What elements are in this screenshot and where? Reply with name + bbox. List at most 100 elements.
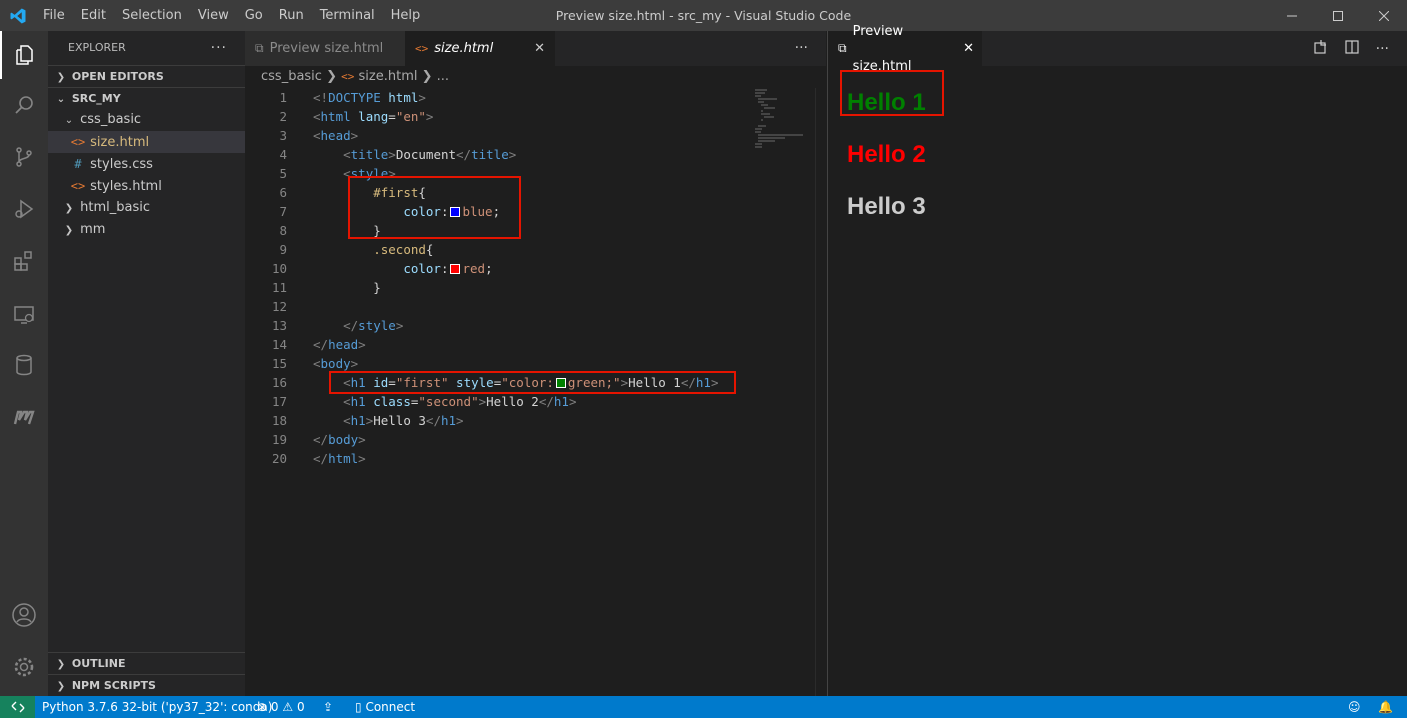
more-actions-icon[interactable]: ··· [211, 31, 227, 65]
line-number: 10 [271, 261, 287, 276]
code-line: 18 <h1>Hello 3</h1> [245, 411, 826, 430]
mongo-icon[interactable] [0, 393, 48, 441]
open-editors-section[interactable]: ❯ OPEN EDITORS [48, 65, 245, 87]
database-icon[interactable] [0, 341, 48, 389]
line-number: 19 [271, 432, 287, 447]
search-icon[interactable] [0, 81, 48, 129]
code-line: 8 } [245, 221, 826, 240]
explorer-icon[interactable] [0, 31, 48, 79]
code-line: 4 <title>Document</title> [245, 145, 826, 164]
source-control-icon[interactable] [0, 133, 48, 181]
close-tab-icon[interactable]: ✕ [534, 31, 545, 66]
tree-item-label: html_basic [80, 200, 151, 215]
error-icon: ⊗ [257, 700, 268, 714]
maximize-button[interactable] [1315, 0, 1361, 31]
menu-help[interactable]: Help [383, 0, 429, 31]
code-line: 20 </html> [245, 449, 826, 468]
preview-tabs: ⧉ Preview size.html ✕ ··· [828, 24, 1407, 74]
chevron-right-icon: ❯ [56, 72, 66, 83]
line-number: 15 [271, 356, 287, 371]
close-tab-icon[interactable]: ✕ [963, 31, 974, 66]
code-editor[interactable]: 1 <!DOCTYPE html> 2 <html lang="en"> 3 <hea… [245, 88, 826, 468]
code-line: 6 #first{ [245, 183, 826, 202]
tree-item-label: styles.css [90, 157, 153, 172]
outline-label: OUTLINE [71, 657, 126, 670]
preview-icon: ⧉ [255, 41, 264, 55]
line-number: 9 [279, 242, 287, 257]
split-editor-icon[interactable] [1344, 39, 1360, 59]
line-number: 17 [271, 394, 287, 409]
menu-terminal[interactable]: Terminal [312, 0, 383, 31]
connect-label: Connect [365, 700, 416, 714]
tree-item-size-html[interactable]: <> size.html [48, 131, 245, 153]
tab-preview-size-html[interactable]: ⧉ Preview size.html [245, 31, 405, 66]
close-window-button[interactable] [1361, 0, 1407, 31]
tree-item-css-basic[interactable]: ⌄ css_basic [48, 109, 245, 131]
tab-size-html[interactable]: <> size.html ✕ [405, 31, 555, 66]
extensions-icon[interactable] [0, 237, 48, 285]
preview-heading-2: Hello 2 [847, 141, 926, 168]
html-file-icon: <> [70, 135, 86, 149]
database-icon: ▯ [355, 700, 362, 714]
breadcrumb-more[interactable]: ... [437, 69, 449, 84]
account-icon[interactable] [0, 591, 48, 639]
outline-section[interactable]: ❯ OUTLINE [48, 652, 245, 674]
open-source-icon[interactable] [1312, 39, 1328, 59]
code-line: 13 </style> [245, 316, 826, 335]
menu-run[interactable]: Run [271, 0, 312, 31]
chevron-down-icon: ⌄ [56, 94, 66, 105]
code-line: 1 <!DOCTYPE html> [245, 88, 826, 107]
tree-item-styles-html[interactable]: <> styles.html [48, 175, 245, 197]
remote-explorer-icon[interactable] [0, 291, 48, 339]
tab-preview[interactable]: ⧉ Preview size.html ✕ [828, 24, 982, 74]
line-number: 14 [271, 337, 287, 352]
warning-icon: ⚠ [282, 700, 294, 714]
editor-tabs: ⧉ Preview size.html <> size.html ✕ ··· [245, 31, 826, 66]
code-line: 2 <html lang="en"> [245, 107, 826, 126]
remote-indicator[interactable] [0, 696, 35, 718]
code-line: 3 <head> [245, 126, 826, 145]
tree-item-styles-css[interactable]: # styles.css [48, 153, 245, 175]
css-file-icon: # [74, 157, 82, 171]
run-debug-icon[interactable] [0, 185, 48, 233]
editor-group: ⧉ Preview size.html <> size.html ✕ ··· css_… [245, 31, 826, 696]
problems-indicator[interactable]: ⊗ 0 ⚠ 0 [257, 696, 305, 718]
code-line: 5 <style> [245, 164, 826, 183]
python-interpreter[interactable]: Python 3.7.6 32-bit ('py37_32': conda) [42, 696, 272, 718]
npm-scripts-section[interactable]: ❯ NPM SCRIPTS [48, 674, 245, 696]
tree-item-mm[interactable]: ❯ mm [48, 219, 245, 241]
code-line: 9 .second{ [245, 240, 826, 259]
breadcrumb-file[interactable]: size.html [359, 69, 418, 84]
more-actions-icon[interactable]: ··· [1376, 41, 1389, 57]
settings-gear-icon[interactable] [0, 643, 48, 691]
feedback-icon[interactable]: ☺ [1348, 696, 1361, 718]
more-actions-icon[interactable]: ··· [795, 31, 808, 66]
menu-selection[interactable]: Selection [114, 0, 190, 31]
code-line: 10 color: red; [245, 259, 826, 278]
status-bar: Python 3.7.6 32-bit ('py37_32': conda) ⊗… [0, 696, 1407, 718]
code-line: 7 color: blue; [245, 202, 826, 221]
color-swatch-red[interactable] [450, 264, 461, 274]
menu-file[interactable]: File [35, 0, 73, 31]
line-number: 7 [279, 204, 287, 219]
menu-go[interactable]: Go [237, 0, 271, 31]
open-editors-label: OPEN EDITORS [71, 70, 164, 83]
line-number: 4 [279, 147, 287, 162]
workspace-root[interactable]: ⌄ SRC_MY [48, 87, 245, 109]
notifications-bell-icon[interactable]: 🔔 [1378, 696, 1393, 718]
connect-button[interactable]: ▯ Connect [355, 696, 415, 718]
preview-heading-3: Hello 3 [847, 193, 926, 220]
tree-item-label: styles.html [90, 179, 162, 194]
line-number: 5 [279, 166, 287, 181]
live-share-icon[interactable]: ⇪ [323, 696, 333, 718]
vscode-logo-icon [10, 8, 26, 24]
minimap[interactable] [753, 88, 813, 696]
chevron-right-icon: ❯ [421, 69, 437, 84]
menu-edit[interactable]: Edit [73, 0, 114, 31]
minimize-button[interactable] [1269, 0, 1315, 31]
tree-item-html-basic[interactable]: ❯ html_basic [48, 197, 245, 219]
breadcrumb-folder[interactable]: css_basic [261, 69, 322, 84]
menu-view[interactable]: View [190, 0, 237, 31]
vertical-scrollbar[interactable] [815, 88, 816, 696]
tab-label: Preview size.html [269, 41, 384, 56]
